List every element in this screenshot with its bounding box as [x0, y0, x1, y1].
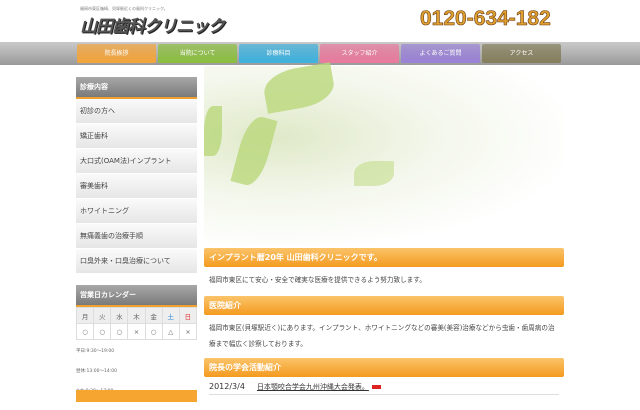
day-sun: 日 [178, 307, 198, 324]
hours-weekday: 平日:9:30～19:00 [76, 349, 115, 354]
logo[interactable]: 山田歯科クリニック [80, 12, 225, 37]
nav-greeting[interactable]: 院長挨拶 [77, 44, 156, 63]
nav-about[interactable]: 当院について [158, 44, 237, 63]
day-wed: 水 [110, 307, 129, 324]
mark: ○ [144, 323, 163, 340]
hours-lunch: 昼休:13:00～14:00 [76, 369, 117, 374]
calendar-table: 月 火 水 木 金 土 日 ○ ○ ○ × ○ △ × [75, 307, 198, 340]
day-tue: 火 [93, 307, 112, 324]
sidebar-item[interactable]: 審美歯科 [76, 174, 197, 199]
hours: 平日:9:30～19:00 昼休:13:00～14:00 ※土:9:30～17:… [76, 349, 197, 394]
day-sat: 土 [161, 307, 180, 324]
mark: ○ [110, 323, 129, 340]
leaf-graphic [204, 106, 222, 156]
calendar-title: 営業日カレンダー [76, 285, 197, 307]
leaf-graphic [230, 113, 278, 189]
activity-heading: 院長の学会活動紹介 [204, 358, 564, 377]
mark: ○ [93, 323, 112, 340]
new-badge-icon [371, 384, 381, 389]
sidebar-item[interactable]: 口臭外来・口臭治療について [76, 249, 197, 274]
sidebar-item[interactable]: ホワイトニング [76, 199, 197, 224]
sidebar-item[interactable]: 矯正歯科 [76, 124, 197, 149]
phone-number: 0120-634-182 [420, 7, 551, 31]
day-fri: 金 [144, 307, 163, 324]
mark: × [127, 323, 146, 340]
intro-text: 福岡市東区にて安心・安全で確実な医療を提供できるよう努力致します。 [209, 276, 426, 284]
sidebar-title: 診療内容 [76, 77, 197, 99]
clinic-text: 福岡市東区(貝塚駅近く)にあります。インプラント、ホワイトニングなどの審美(美容… [209, 324, 555, 348]
sidebar-item[interactable]: 初診の方へ [76, 99, 197, 124]
day-thu: 木 [127, 307, 146, 324]
mark: × [178, 323, 198, 340]
sidebar-item[interactable]: 大口式(OAM法)インプラント [76, 149, 197, 174]
news-link[interactable]: 日本顎咬合学会九州沖縄大会発表。 [257, 383, 369, 391]
business-calendar: 営業日カレンダー 月 火 水 木 金 土 日 ○ ○ ○ × ○ △ × 平日:… [75, 285, 198, 394]
mark: △ [161, 323, 180, 340]
nav-treatments[interactable]: 診療科目 [239, 44, 318, 63]
day-mon: 月 [75, 307, 95, 324]
sidebar-item[interactable]: 無痛義歯の治療手順 [76, 224, 197, 249]
intro-heading: インプラント暦20年 山田歯科クリニックです。 [204, 248, 564, 267]
clinic-heading: 医院紹介 [204, 296, 564, 315]
leaf-graphic [354, 161, 394, 186]
news-item: 2012/3/4 日本顎咬合学会九州沖縄大会発表。 [209, 382, 559, 395]
sidebar-banner[interactable] [76, 390, 197, 402]
sidebar: 診療内容 初診の方へ 矯正歯科 大口式(OAM法)インプラント 審美歯科 ホワイ… [75, 77, 198, 410]
leaf-graphic [261, 62, 337, 114]
nav-faq[interactable]: よくあるご質問 [401, 44, 480, 63]
mark: ○ [75, 323, 95, 340]
nav-staff[interactable]: スタッフ紹介 [320, 44, 399, 63]
nav-access[interactable]: アクセス [482, 44, 561, 63]
main-nav: 院長挨拶 当院について 診療科目 スタッフ紹介 よくあるご質問 アクセス [77, 44, 561, 63]
news-date: 2012/3/4 [209, 382, 245, 391]
hero-image [204, 62, 564, 244]
